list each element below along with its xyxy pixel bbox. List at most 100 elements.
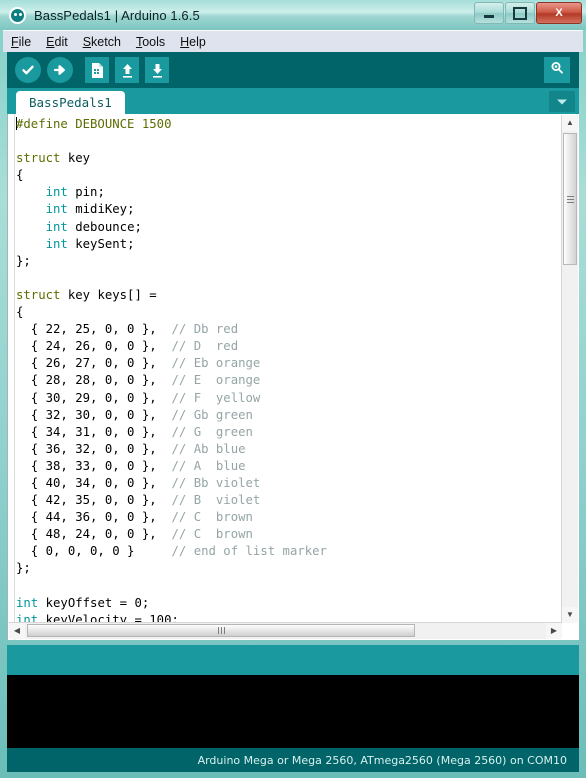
code-token: int bbox=[16, 612, 39, 622]
code-token: pin; bbox=[67, 185, 105, 200]
code-line: #define DEBOUNCE 1500 bbox=[16, 116, 561, 133]
menu-item-file[interactable]: File bbox=[11, 35, 31, 49]
code-token: { 22, 25, 0, 0 }, bbox=[16, 322, 172, 337]
code-token: int bbox=[45, 236, 68, 251]
code-token: { 32, 30, 0, 0 }, bbox=[16, 407, 172, 422]
code-token: // Ab blue bbox=[171, 441, 246, 456]
code-token: debounce; bbox=[67, 219, 142, 234]
code-token: key keys[] = bbox=[60, 287, 157, 302]
verify-button[interactable] bbox=[15, 57, 41, 83]
vertical-scroll-thumb[interactable] bbox=[563, 133, 577, 265]
code-line: { 40, 34, 0, 0 }, // Bb violet bbox=[16, 475, 561, 492]
up-arrow-icon: ▲ bbox=[566, 118, 574, 127]
scroll-up-button[interactable]: ▲ bbox=[562, 115, 578, 131]
code-token: { bbox=[16, 305, 24, 320]
magnifier-icon bbox=[548, 59, 566, 82]
code-token: { 26, 27, 0, 0 }, bbox=[16, 356, 172, 371]
title-bar: BassPedals1 | Arduino 1.6.5 X bbox=[0, 0, 586, 30]
down-arrow-icon: ▼ bbox=[566, 610, 574, 619]
grip-icon bbox=[217, 627, 225, 634]
code-token: { 0, 0, 0, 0 } bbox=[16, 544, 172, 559]
menu-mnemonic: E bbox=[46, 34, 55, 49]
editor-horizontal-scrollbar[interactable]: ◀ ▶ bbox=[9, 622, 562, 639]
board-status-text: Arduino Mega or Mega 2560, ATmega2560 (M… bbox=[197, 753, 567, 767]
menu-label: dit bbox=[54, 34, 68, 49]
window-title: BassPedals1 | Arduino 1.6.5 bbox=[34, 7, 200, 23]
code-token: // C brown bbox=[171, 527, 253, 542]
code-token: { bbox=[16, 168, 24, 183]
left-arrow-icon: ◀ bbox=[13, 626, 21, 635]
code-token: midiKey; bbox=[67, 202, 135, 217]
tab-menu-button[interactable] bbox=[549, 91, 575, 112]
code-token: { 34, 31, 0, 0 }, bbox=[16, 424, 172, 439]
code-line: struct key bbox=[16, 150, 561, 167]
menu-item-help[interactable]: Help bbox=[180, 35, 206, 49]
menu-mnemonic: F bbox=[11, 34, 19, 49]
code-token: { 36, 32, 0, 0 }, bbox=[16, 441, 172, 456]
tab-basspedals1[interactable]: BassPedals1 bbox=[16, 91, 125, 114]
menu-item-sketch[interactable]: Sketch bbox=[83, 35, 121, 49]
code-token: { 44, 36, 0, 0 }, bbox=[16, 510, 172, 525]
code-line: { 38, 33, 0, 0 }, // A blue bbox=[16, 458, 561, 475]
code-token: // Eb orange bbox=[171, 356, 261, 371]
code-line: int midiKey; bbox=[16, 201, 561, 218]
horizontal-scroll-thumb[interactable] bbox=[27, 624, 415, 637]
code-token: // F yellow bbox=[171, 390, 261, 405]
code-token: // C brown bbox=[171, 510, 253, 525]
minimize-icon bbox=[484, 14, 494, 18]
code-line: { 42, 35, 0, 0 }, // B violet bbox=[16, 492, 561, 509]
code-line: { 34, 31, 0, 0 }, // G green bbox=[16, 424, 561, 441]
code-token: { 30, 29, 0, 0 }, bbox=[16, 390, 172, 405]
code-token: { 40, 34, 0, 0 }, bbox=[16, 475, 172, 490]
code-line: int debounce; bbox=[16, 219, 561, 236]
code-token: int bbox=[45, 219, 68, 234]
code-line: { 44, 36, 0, 0 }, // C brown bbox=[16, 509, 561, 526]
menu-label: ools bbox=[142, 34, 166, 49]
menu-item-edit[interactable]: Edit bbox=[46, 35, 68, 49]
editor-gutter bbox=[8, 114, 15, 640]
right-arrow-icon bbox=[47, 57, 73, 83]
code-token: // Bb violet bbox=[171, 475, 261, 490]
editor-vertical-scrollbar[interactable]: ▲ ▼ bbox=[561, 115, 578, 623]
document-icon bbox=[85, 57, 109, 83]
scroll-down-button[interactable]: ▼ bbox=[562, 607, 578, 623]
maximize-button[interactable] bbox=[505, 2, 535, 24]
menu-item-tools[interactable]: Tools bbox=[136, 35, 165, 49]
right-arrow-icon: ▶ bbox=[550, 626, 558, 635]
code-token: { 24, 26, 0, 0 }, bbox=[16, 339, 172, 354]
scroll-left-button[interactable]: ◀ bbox=[9, 623, 25, 639]
code-line: { 48, 24, 0, 0 }, // C brown bbox=[16, 526, 561, 543]
serial-monitor-button[interactable] bbox=[544, 57, 570, 83]
chevron-down-icon bbox=[557, 99, 567, 104]
code-token: // E orange bbox=[171, 373, 261, 388]
menu-mnemonic: H bbox=[180, 34, 190, 49]
code-text[interactable]: #define DEBOUNCE 1500 struct key{ int pi… bbox=[16, 116, 561, 622]
code-token: key bbox=[60, 151, 91, 166]
code-line: }; bbox=[16, 253, 561, 270]
down-arrow-icon bbox=[145, 57, 169, 83]
code-line: { 36, 32, 0, 0 }, // Ab blue bbox=[16, 441, 561, 458]
code-token: // Gb green bbox=[171, 407, 253, 422]
minimize-button[interactable] bbox=[474, 2, 504, 24]
code-token: }; bbox=[16, 253, 31, 268]
code-line: { 0, 0, 0, 0 } // end of list marker bbox=[16, 543, 561, 560]
code-editor[interactable]: #define DEBOUNCE 1500 struct key{ int pi… bbox=[7, 114, 579, 640]
upload-button[interactable] bbox=[47, 57, 73, 83]
open-button[interactable] bbox=[115, 57, 139, 83]
new-button[interactable] bbox=[85, 57, 109, 83]
close-button[interactable]: X bbox=[536, 2, 582, 24]
code-line: { 32, 30, 0, 0 }, // Gb green bbox=[16, 407, 561, 424]
tab-strip: BassPedals1 bbox=[7, 88, 579, 114]
code-line: struct key keys[] = bbox=[16, 287, 561, 304]
scroll-right-button[interactable]: ▶ bbox=[546, 623, 562, 639]
code-token: { 48, 24, 0, 0 }, bbox=[16, 527, 172, 542]
code-token: // A blue bbox=[171, 458, 246, 473]
code-token: { 28, 28, 0, 0 }, bbox=[16, 373, 172, 388]
menu-label: elp bbox=[189, 34, 206, 49]
code-token: int bbox=[45, 185, 68, 200]
save-button[interactable] bbox=[145, 57, 169, 83]
